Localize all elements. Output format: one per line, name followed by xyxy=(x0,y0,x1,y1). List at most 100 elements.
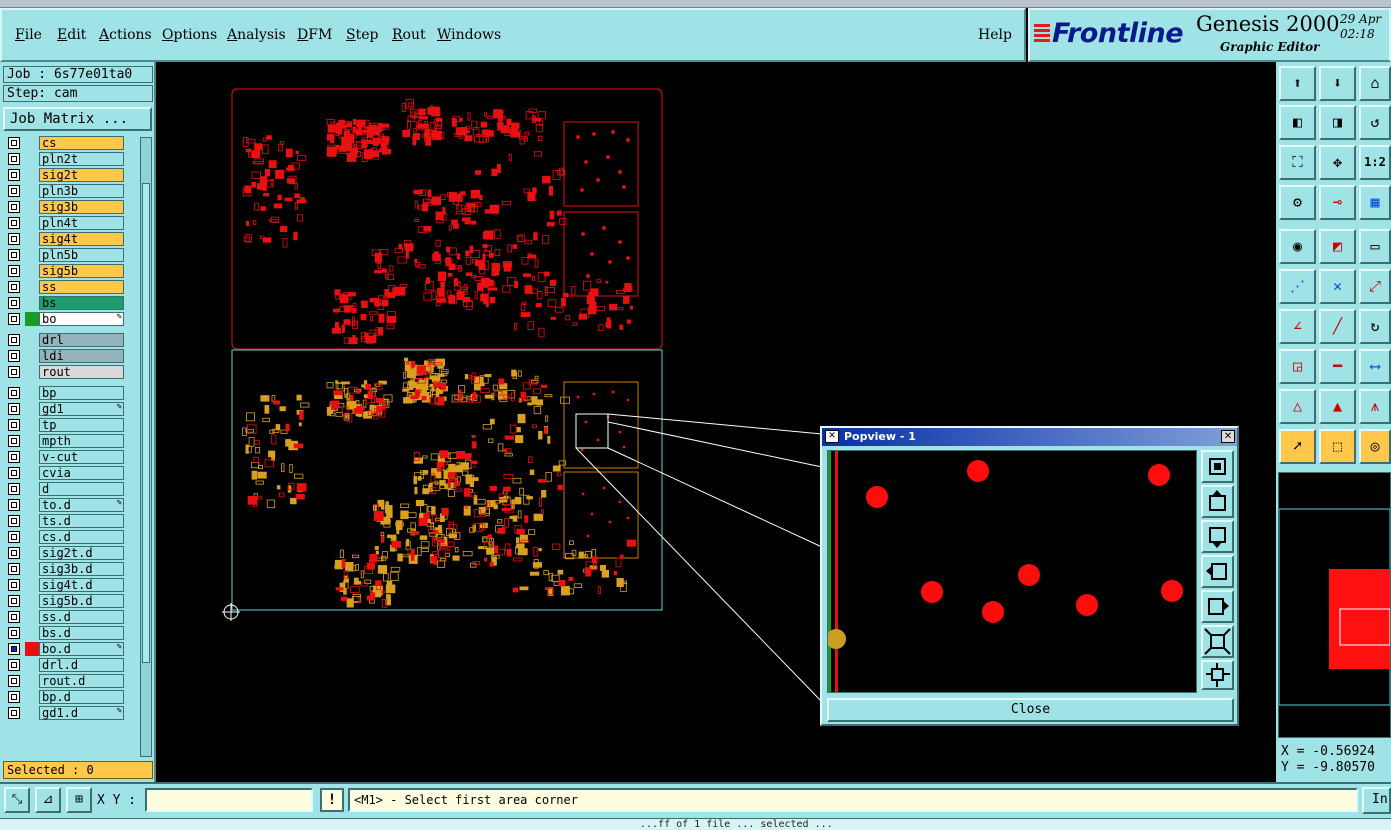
layer-color-swatch[interactable] xyxy=(25,333,39,347)
layer-color-swatch[interactable] xyxy=(25,674,39,688)
ruler-icon[interactable]: ▭ xyxy=(1359,229,1391,264)
overview-map[interactable] xyxy=(1278,472,1391,738)
layer-color-swatch[interactable] xyxy=(25,498,39,512)
layer-row[interactable]: bs xyxy=(3,295,138,311)
layer-row[interactable]: pln4t xyxy=(3,215,138,231)
in-button[interactable]: In xyxy=(1362,787,1391,814)
layer-name[interactable]: cs.d xyxy=(39,530,124,544)
layer-color-swatch[interactable] xyxy=(25,349,39,363)
layer-row[interactable]: bp.d xyxy=(3,689,138,705)
layer-row[interactable]: tp xyxy=(3,417,138,433)
layer-name[interactable]: bo.d xyxy=(39,642,124,656)
layer-name[interactable]: tp xyxy=(39,418,124,432)
line-icon[interactable]: ╱ xyxy=(1319,309,1356,344)
layer-name[interactable]: sig3b.d xyxy=(39,562,124,576)
popview-zoom-out-button[interactable] xyxy=(1201,625,1234,658)
layer-checkbox[interactable] xyxy=(8,403,20,415)
layer-row[interactable]: cs.d xyxy=(3,529,138,545)
triangle-icon[interactable]: △ xyxy=(1279,389,1316,424)
layer-color-swatch[interactable] xyxy=(25,296,39,310)
home-down-icon[interactable]: ⬇ xyxy=(1319,66,1356,101)
zoom-center-icon[interactable]: ✥ xyxy=(1319,145,1356,180)
layer-color-swatch[interactable] xyxy=(25,658,39,672)
layer-row[interactable]: d xyxy=(3,481,138,497)
arc-icon[interactable]: ↻ xyxy=(1359,309,1391,344)
layer-checkbox[interactable] xyxy=(8,659,20,671)
layer-name[interactable]: sig5b xyxy=(39,264,124,278)
layer-row[interactable]: pln2t xyxy=(3,151,138,167)
grid-icon[interactable]: ⊞ xyxy=(66,787,92,813)
layer-checkbox[interactable] xyxy=(8,153,20,165)
layer-checkbox[interactable] xyxy=(8,643,20,655)
layer-color-swatch[interactable] xyxy=(25,562,39,576)
popview-titlebar[interactable]: ✕ Popview - 1 ✕ xyxy=(822,428,1237,446)
scrollbar-thumb[interactable] xyxy=(142,183,150,663)
layer-color-swatch[interactable] xyxy=(25,690,39,704)
layer-name[interactable]: d xyxy=(39,482,124,496)
layer-checkbox[interactable] xyxy=(8,675,20,687)
layer-checkbox[interactable] xyxy=(8,334,20,346)
layer-name[interactable]: to.d xyxy=(39,498,124,512)
layer-color-swatch[interactable] xyxy=(25,312,39,326)
layer-color-swatch[interactable] xyxy=(25,136,39,150)
layer-color-swatch[interactable] xyxy=(25,642,39,656)
layer-color-swatch[interactable] xyxy=(25,530,39,544)
layer-name[interactable]: sig4t xyxy=(39,232,124,246)
layer-checkbox[interactable] xyxy=(8,217,20,229)
layer-name[interactable]: sig2t xyxy=(39,168,124,182)
layer-color-swatch[interactable] xyxy=(25,466,39,480)
layer-checkbox[interactable] xyxy=(8,515,20,527)
layer-row[interactable]: pln5b xyxy=(3,247,138,263)
layer-row[interactable]: sig4t xyxy=(3,231,138,247)
layer-name[interactable]: sig4t.d xyxy=(39,578,124,592)
angle-icon[interactable]: ∠ xyxy=(1279,309,1316,344)
layer-color-swatch[interactable] xyxy=(25,216,39,230)
layer-color-swatch[interactable] xyxy=(25,578,39,592)
menu-edit[interactable]: Edit xyxy=(57,27,86,43)
popview-pan-right-button[interactable] xyxy=(1201,590,1234,623)
snap-pad-icon[interactable]: ⊸ xyxy=(1319,185,1356,220)
layer-color-swatch[interactable] xyxy=(25,365,39,379)
layer-checkbox[interactable] xyxy=(8,563,20,575)
pan-left-icon[interactable]: ◧ xyxy=(1279,105,1316,140)
layer-checkbox[interactable] xyxy=(8,366,20,378)
home-icon[interactable]: ⌂ xyxy=(1359,66,1391,101)
layer-row[interactable]: cs xyxy=(3,135,138,151)
layer-row[interactable]: ss xyxy=(3,279,138,295)
layer-checkbox[interactable] xyxy=(8,627,20,639)
feature-select-icon[interactable]: ◉ xyxy=(1279,229,1316,264)
layer-name[interactable]: sig5b.d xyxy=(39,594,124,608)
pointer-icon[interactable]: ➚ xyxy=(1279,429,1316,464)
layer-name[interactable]: drl xyxy=(39,333,124,347)
layer-checkbox[interactable] xyxy=(8,451,20,463)
menu-help[interactable]: Help xyxy=(978,27,1012,43)
layer-color-swatch[interactable] xyxy=(25,546,39,560)
undo-zoom-icon[interactable]: ↺ xyxy=(1359,105,1391,140)
layer-name[interactable]: pln3b xyxy=(39,184,124,198)
layer-name[interactable]: v-cut xyxy=(39,450,124,464)
popview-pan-down-button[interactable] xyxy=(1201,520,1234,553)
layer-name[interactable]: sig2t.d xyxy=(39,546,124,560)
layer-row[interactable]: ldi xyxy=(3,348,138,364)
measure-tools-icon[interactable]: ⚙ xyxy=(1279,185,1316,220)
connect-points-icon[interactable]: ⋰ xyxy=(1279,269,1316,304)
layer-row[interactable]: drl xyxy=(3,332,138,348)
layer-row[interactable]: bs.d xyxy=(3,625,138,641)
layer-name[interactable]: bp xyxy=(39,386,124,400)
layer-color-swatch[interactable] xyxy=(25,280,39,294)
pad-snap-icon[interactable]: ◲ xyxy=(1279,349,1316,384)
layer-color-swatch[interactable] xyxy=(25,434,39,448)
layer-name[interactable]: bp.d xyxy=(39,690,124,704)
layer-checkbox[interactable] xyxy=(8,313,20,325)
point-to-point-icon[interactable]: ⤢ xyxy=(1359,269,1391,304)
home-up-icon[interactable]: ⬆ xyxy=(1279,66,1316,101)
popview-close-button[interactable]: Close xyxy=(827,698,1234,722)
layer-color-swatch[interactable] xyxy=(25,232,39,246)
layer-checkbox[interactable] xyxy=(8,483,20,495)
layer-name[interactable]: ldi xyxy=(39,349,124,363)
layer-row[interactable]: sig5b.d xyxy=(3,593,138,609)
popview-pan-up-button[interactable] xyxy=(1201,485,1234,518)
layer-row[interactable]: gd1 ✎ xyxy=(3,401,138,417)
layer-row[interactable]: cvia xyxy=(3,465,138,481)
layer-name[interactable]: gd1 xyxy=(39,402,124,416)
